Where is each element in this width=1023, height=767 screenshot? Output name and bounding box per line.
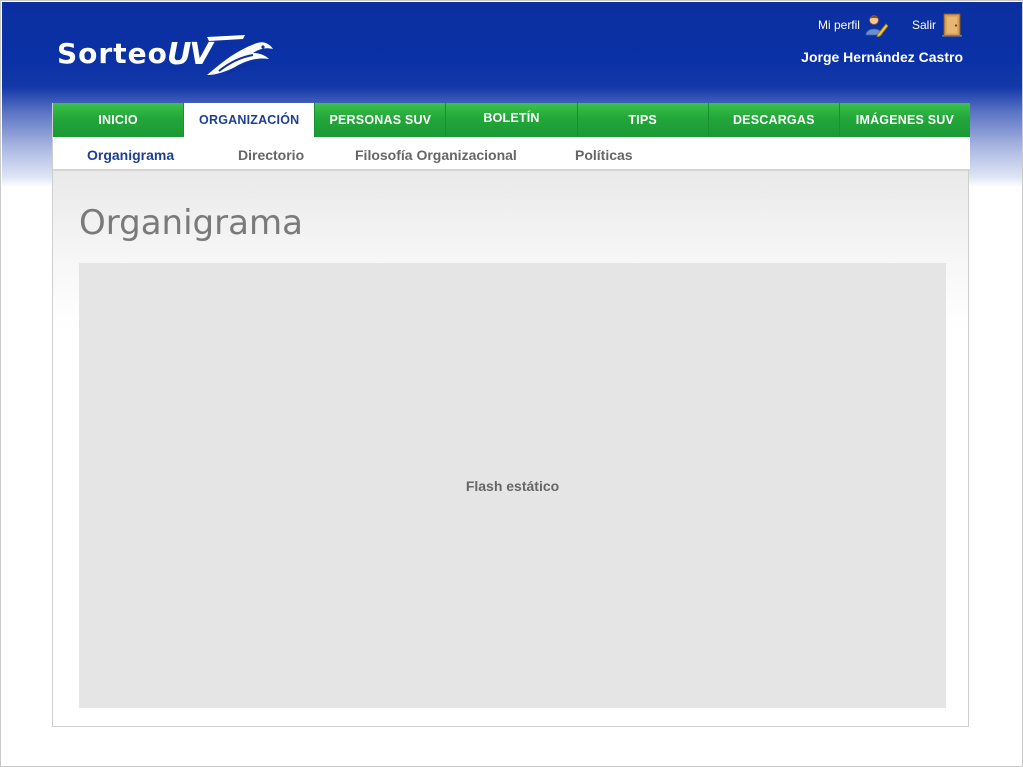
tab-label: ORGANIZACIÓN	[199, 113, 300, 127]
tab-organizacion[interactable]: ORGANIZACIÓN	[184, 103, 316, 137]
tab-label: PERSONAS SUV	[329, 113, 432, 127]
user-links: Mi perfil Salir	[818, 11, 964, 39]
tab-label: TIPS	[628, 113, 657, 127]
tab-inicio[interactable]: INICIO	[53, 103, 185, 137]
tab-label: IMÁGENES SUV	[855, 113, 955, 127]
profile-link[interactable]: Mi perfil	[818, 13, 888, 37]
sub-nav: Organigrama Directorio Filosofía Organiz…	[53, 137, 970, 171]
tab-personas-suv[interactable]: PERSONAS SUV	[315, 103, 447, 137]
user-pencil-icon	[865, 15, 888, 37]
sorteo-uv-logo[interactable]: Sorteo UV	[57, 29, 277, 81]
tab-label: DESCARGAS	[732, 113, 815, 127]
logo-text: Sorteo	[57, 37, 168, 70]
page-frame: Sorteo UV Mi perfil Salir Jorge Hernánde…	[0, 0, 1023, 767]
tab-descargas[interactable]: DESCARGAS	[708, 103, 840, 137]
subnav-item-directorio[interactable]: Directorio	[238, 147, 304, 163]
logout-link-label: Salir	[911, 18, 936, 32]
flash-placeholder-label: Flash estático	[465, 477, 560, 494]
tab-label: BOLETÍN	[483, 111, 540, 125]
subnav-item-filosofia[interactable]: Filosofía Organizacional	[355, 147, 517, 163]
subnav-item-organigrama[interactable]: Organigrama	[87, 147, 174, 163]
content-panel: INICIO ORGANIZACIÓN PERSONAS SUV BOLETÍN…	[52, 103, 970, 727]
user-name: Jorge Hernández Castro	[801, 49, 963, 65]
tab-tips[interactable]: TIPS	[577, 103, 709, 137]
main-nav: INICIO ORGANIZACIÓN PERSONAS SUV BOLETÍN…	[53, 103, 970, 137]
profile-link-label: Mi perfil	[817, 18, 860, 32]
flash-placeholder: Flash estático	[79, 263, 946, 708]
subnav-item-politicas[interactable]: Políticas	[575, 147, 633, 163]
logout-link[interactable]: Salir	[912, 13, 964, 37]
tab-imagenes-suv[interactable]: IMÁGENES SUV	[839, 103, 970, 137]
door-icon	[942, 13, 962, 37]
tab-boletin[interactable]: BOLETÍN	[446, 103, 578, 137]
eagle-icon	[207, 35, 273, 76]
page-title: Organigrama	[79, 203, 303, 243]
tab-label: INICIO	[98, 113, 138, 127]
